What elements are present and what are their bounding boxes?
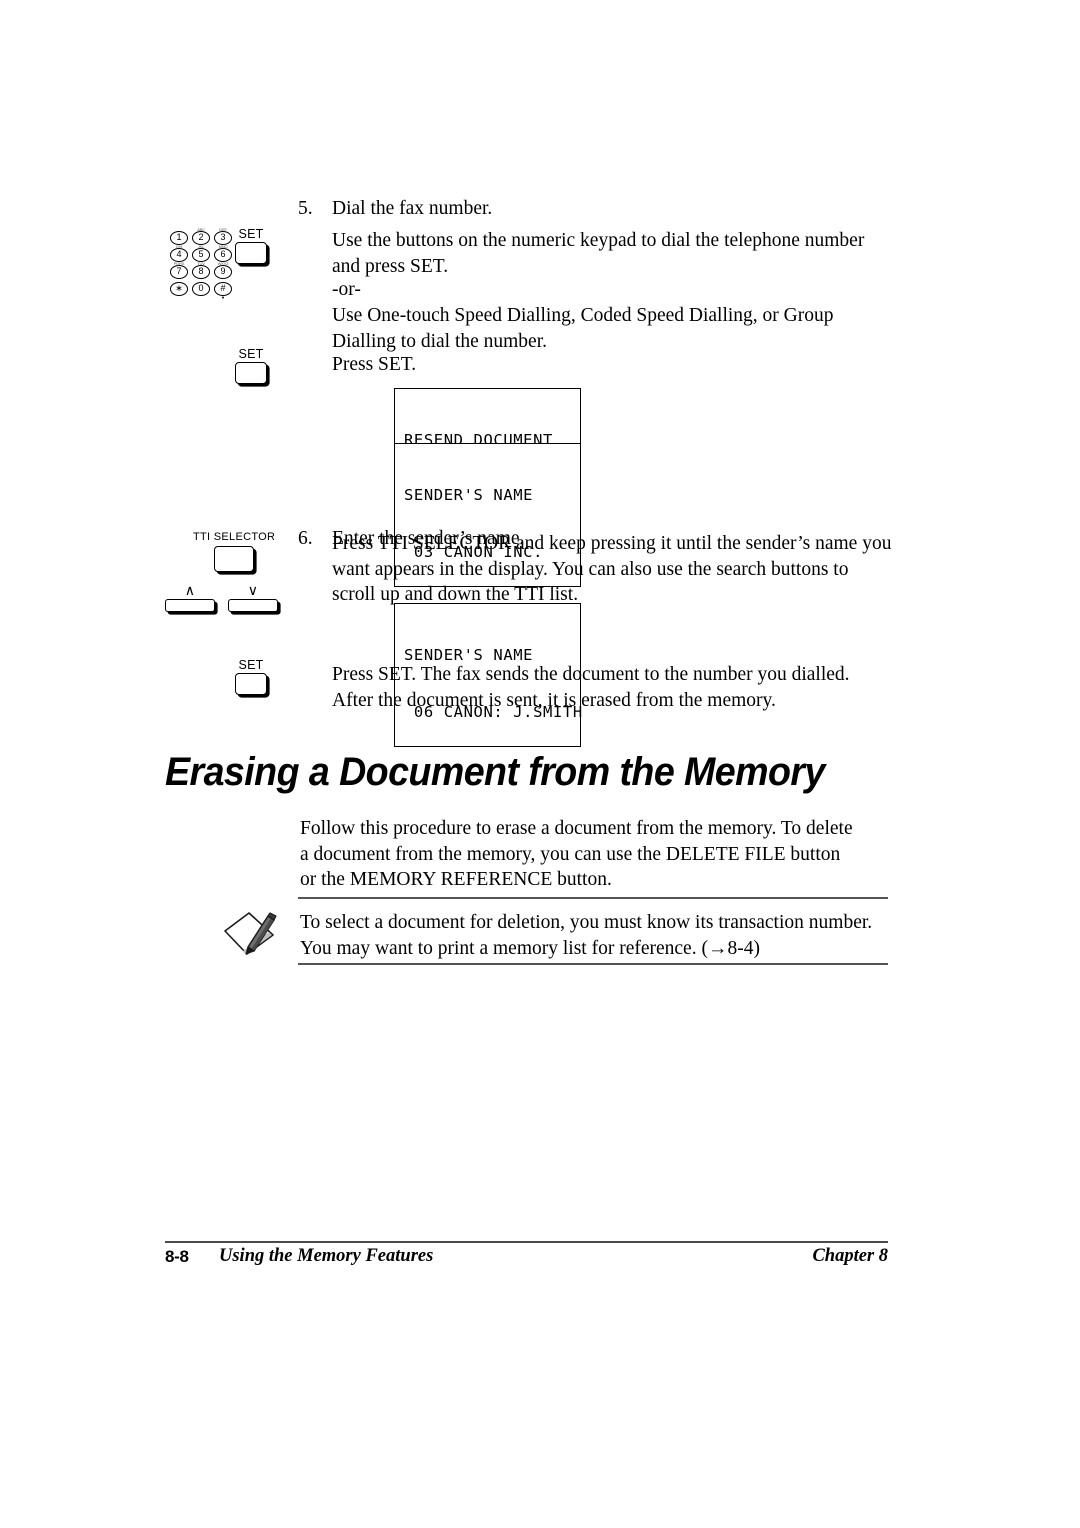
keypad-key-2-digit: 2: [198, 232, 204, 242]
footer-chapter: Chapter 8: [812, 1246, 888, 1266]
keypad-key-6-digit: 6: [220, 249, 226, 259]
keypad-key-hash: # •: [214, 282, 232, 302]
keypad-key-5-digit: 5: [198, 249, 204, 259]
footer-title: Using the Memory Features: [219, 1246, 434, 1266]
step-5-paragraph-2: Use One-touch Speed Dialling, Coded Spee…: [332, 305, 834, 352]
set-button-1-label: SET: [238, 227, 264, 241]
note-text: To select a document for deletion, you m…: [300, 912, 873, 959]
tti-selector-button-cap: [214, 546, 255, 572]
step-5-title: Dial the fax number.: [332, 198, 493, 219]
keypad-key-hash-tail: •: [221, 295, 225, 302]
search-down-button-cap: [228, 599, 278, 612]
keypad-key-star: ∗: [170, 282, 188, 296]
set-button-3: SET: [235, 659, 267, 695]
section-intro-paragraph: Follow this procedure to erase a documen…: [300, 818, 853, 890]
keypad-row: ∗ 0 # •: [170, 282, 232, 302]
pencil-note-icon: [219, 905, 281, 961]
step-6-number: 6.: [298, 527, 313, 549]
keypad-key-1-digit: 1: [176, 232, 182, 242]
keypad-key-star-digit: ∗: [175, 283, 183, 293]
keypad-key-3-sub: DEF: [219, 226, 227, 232]
search-up-button-cap: [165, 599, 215, 612]
set-button-1-cap: [235, 242, 267, 264]
keypad-key-5-sub: JKL: [197, 243, 205, 249]
step-5-title-row: 5. Dial the fax number.: [298, 196, 922, 222]
search-down-icon: ∨: [247, 583, 259, 599]
keypad-key-8-digit: 8: [198, 266, 204, 276]
step-5-paragraph-1: Use the buttons on the numeric keypad to…: [332, 230, 865, 277]
set-button-1: SET: [235, 228, 267, 264]
pencil-note-icon-svg: [224, 912, 277, 955]
set-button-3-cap: [235, 673, 267, 695]
keypad-key-3-digit: 3: [220, 232, 226, 242]
keypad-key-7: PQRS 7: [170, 261, 188, 279]
keypad-key-6-sub: MNO: [218, 243, 228, 249]
section-heading: Erasing a Document from the Memory: [165, 750, 825, 794]
footer-rule: [165, 1241, 888, 1243]
keypad-key-2-sub: ABC: [197, 226, 205, 232]
footer-page-number: 8-8: [165, 1247, 189, 1266]
step-5-number: 5.: [298, 198, 313, 219]
tti-selector-button: TTI SELECTOR: [193, 531, 275, 572]
keypad-key-7-digit: 7: [176, 266, 182, 276]
keypad-key-9-digit: 9: [220, 266, 226, 276]
set-button-2-cap: [235, 362, 267, 384]
set-button-2: SET: [235, 348, 267, 384]
step-5-paragraph-3: Press SET.: [332, 354, 417, 375]
keypad-row: PQRS 7 TUV 8 WXYZ 9: [170, 261, 232, 279]
search-down-button: ∨: [228, 583, 278, 612]
keypad-key-4-digit: 4: [176, 249, 182, 259]
keypad-key-8-sub: TUV: [197, 260, 205, 266]
tti-selector-button-label: TTI SELECTOR: [193, 531, 276, 543]
keypad-key-0-digit: 0: [198, 283, 204, 293]
keypad-key-7-sub: PQRS: [173, 260, 185, 266]
search-up-button: ∧: [165, 583, 215, 612]
note-bottom-rule: [298, 963, 888, 965]
step-6-paragraph-1: Press TTI SELECTOR and keep pressing it …: [332, 533, 892, 605]
keypad-key-4-sub: GHI: [175, 243, 183, 249]
search-up-icon: ∧: [184, 583, 196, 599]
note-top-rule: [298, 897, 888, 899]
step-6-paragraph-2: Press SET. The fax sends the document to…: [332, 664, 850, 711]
keypad-key-8: TUV 8: [192, 261, 210, 279]
keypad-key-9-sub: WXYZ: [217, 260, 229, 266]
keypad-key-9: WXYZ 9: [214, 261, 232, 279]
step-5-or-separator: -or-: [332, 279, 361, 300]
keypad-key-0: 0: [192, 282, 210, 296]
set-button-2-label: SET: [238, 347, 264, 361]
set-button-3-label: SET: [238, 658, 264, 672]
numeric-keypad-icon: 1 ABC 2 DEF 3 GHI 4 JKL 5 MNO 6 PQRS 7 TUV 8 WX…: [170, 227, 232, 302]
keypad-key-hash-digit: #: [220, 283, 226, 293]
lcd-display-2-line-1: SENDER'S NAME: [404, 486, 534, 504]
